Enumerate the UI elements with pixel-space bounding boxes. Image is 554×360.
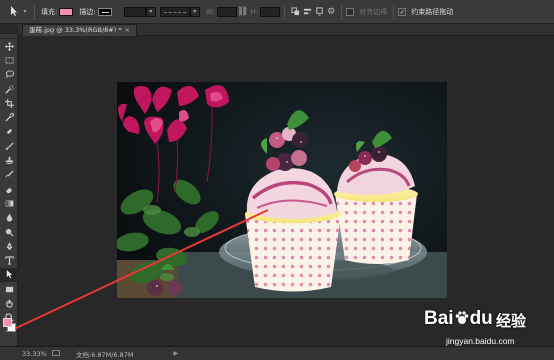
eraser-icon[interactable] (0, 182, 18, 196)
baidu-logo: Bai du (424, 308, 493, 329)
height-label: H: (250, 7, 259, 16)
fill-color-swatch[interactable] (59, 7, 74, 16)
stroke-width-dropdown[interactable]: ▾ (145, 6, 156, 17)
watermark-url: jingyan.baidu.com (446, 336, 515, 346)
document-tab-bar: 蛋糕.jpg @ 33.3%(RGB/8#) * × (18, 24, 554, 36)
rectangle-shape-icon[interactable] (0, 282, 18, 296)
baidu-watermark: Bai du 经验 jingyan.baidu.com (424, 304, 554, 354)
divider (34, 4, 35, 19)
divider (393, 4, 395, 19)
path-arrangement-icon[interactable] (313, 6, 325, 18)
color-swatches (3, 318, 17, 332)
pen-icon[interactable] (0, 239, 18, 253)
chevron-down-icon: ▾ (23, 8, 27, 15)
healing-brush-icon[interactable] (0, 125, 18, 139)
divider (341, 4, 343, 19)
eyedropper-icon[interactable] (0, 110, 18, 124)
gradient-icon[interactable] (0, 196, 18, 210)
divider (284, 4, 286, 19)
align-edges-label: 对齐边缘 (359, 7, 388, 16)
watermark-cn-text: 经验 (496, 312, 527, 330)
hand-icon[interactable] (0, 296, 18, 310)
constrain-paths-checkbox[interactable] (398, 7, 407, 16)
type-icon[interactable] (0, 253, 18, 267)
width-field[interactable] (216, 6, 237, 17)
dodge-icon[interactable] (0, 225, 18, 239)
move-icon[interactable] (0, 39, 18, 53)
brush-icon[interactable] (0, 139, 18, 153)
document-title: 蛋糕.jpg @ 33.3%(RGB/8#) * (29, 26, 122, 34)
stroke-type-chevron[interactable]: ▾ (189, 6, 200, 17)
foreground-color-swatch[interactable] (3, 318, 12, 327)
cupcake-photo (117, 82, 447, 298)
status-menu-icon[interactable]: ▶ (174, 350, 179, 357)
document-image[interactable] (117, 82, 447, 298)
path-alignment-icon[interactable] (301, 6, 313, 18)
crop-icon[interactable] (0, 96, 18, 110)
height-field[interactable] (260, 6, 281, 17)
clone-stamp-icon[interactable] (0, 153, 18, 167)
path-selection-icon (8, 5, 20, 19)
settings-gear-icon[interactable]: ⚙ (325, 6, 337, 18)
stroke-type-dropdown[interactable] (159, 6, 190, 17)
align-edges-checkbox[interactable] (346, 7, 355, 16)
link-icon[interactable]: ⛓ (237, 6, 249, 18)
stroke-label: 描边: (79, 7, 96, 16)
status-icon[interactable] (52, 349, 60, 358)
quick-select-icon[interactable] (0, 82, 18, 96)
fill-label: 填充: (41, 7, 58, 16)
path-selection-tool-icon[interactable] (0, 267, 18, 283)
path-operations-icon[interactable] (289, 6, 301, 18)
document-tab[interactable]: 蛋糕.jpg @ 33.3%(RGB/8#) * × (22, 24, 138, 36)
constrain-paths-label: 约束路径拖动 (411, 7, 454, 16)
lasso-icon[interactable] (0, 68, 18, 82)
photoshop-window: ▾ 填充: 描边: ▾ ▾ W: ⛓ H: ⚙ 对齐边缘 约束路 (0, 0, 554, 360)
document-info: 文档:6.87M/6.87M (76, 350, 134, 359)
marquee-icon[interactable] (0, 53, 18, 67)
width-label: W: (205, 7, 215, 16)
blur-icon[interactable] (0, 211, 18, 225)
close-icon[interactable]: × (125, 26, 130, 34)
options-bar: ▾ 填充: 描边: ▾ ▾ W: ⛓ H: ⚙ 对齐边缘 约束路 (0, 0, 554, 24)
history-brush-icon[interactable] (0, 168, 18, 182)
paw-icon (454, 310, 470, 326)
tool-preset-picker[interactable]: ▾ (8, 5, 30, 19)
stroke-width-field[interactable] (123, 6, 146, 17)
zoom-level[interactable]: 33.33% (22, 350, 47, 358)
stroke-color-swatch[interactable] (97, 7, 112, 16)
toolbox: ··· (0, 34, 18, 350)
